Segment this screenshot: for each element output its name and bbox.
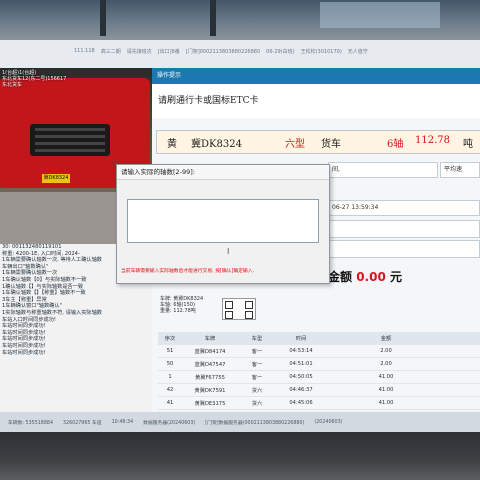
cell-amount: 41.00	[378, 387, 394, 393]
operation-header: 操作提示	[152, 68, 480, 84]
background-pole	[210, 0, 216, 36]
bottom-status-item: 10:48:34	[111, 419, 134, 425]
background-building	[0, 0, 480, 40]
log-line: 车站时间同步成功!	[2, 323, 46, 330]
amount-display: 金额 0.00 元	[328, 268, 402, 285]
amount-unit: 元	[390, 270, 403, 284]
cell-seq: 41	[166, 400, 174, 406]
plate-color: 黄	[167, 139, 177, 150]
amount-value: 0.00	[356, 270, 386, 284]
info-field	[328, 220, 480, 238]
monitor-bezel	[0, 432, 480, 480]
bottom-status-bar: 车辆数: 535518884 326027965 车道 10:48:34 数据服…	[0, 412, 480, 432]
bottom-status-item: 车辆数: 535518884	[8, 420, 53, 426]
status-gantry: [门架]0002113803880226880	[185, 48, 261, 55]
operation-message: 请刷通行卡或国标ETC卡	[152, 84, 480, 118]
status-date: 06-29(白班)	[266, 48, 295, 55]
entry-time-field: 06-27 13:59:34	[328, 200, 480, 216]
bottom-status-item: 326027965 车道	[63, 420, 102, 426]
plate-number: 冀DK8324	[191, 139, 242, 150]
cell-plate: 蓝冀D84174	[194, 348, 226, 355]
bottom-status-item: [门架]数据服务器(0002113803880226880)	[205, 420, 305, 426]
cell-time: 04:53:14	[289, 348, 313, 354]
background-pole	[100, 0, 106, 36]
column-header: 车型	[251, 335, 263, 342]
camera-overlay: 1(台超)1(台超) 东北货车12(东二号)156617 东北货车	[2, 70, 66, 88]
cell-amount: 2.00	[380, 348, 392, 354]
background-window	[320, 2, 440, 28]
cell-time: 04:45:06	[289, 400, 313, 406]
info-field	[328, 240, 480, 258]
avgspeed-field: 平均速	[440, 162, 480, 178]
vehicle-summary: 车牌: 黄冀DK8324 车轴: 6轴(150) 重量: 112.78吨	[160, 296, 256, 328]
table-row[interactable]: 1 黄冀F67755 客一 04:50:05 41.00	[158, 371, 480, 384]
truck-plate: 冀DK8324	[42, 174, 70, 183]
cell-plate: 黄冀F67755	[195, 374, 225, 381]
status-station: 高三二期	[100, 48, 121, 55]
cell-time: 04:46:37	[289, 387, 313, 393]
overlay-line: 东北货车	[2, 82, 23, 88]
cell-time: 04:50:05	[289, 374, 313, 380]
cell-seq: 50	[166, 361, 174, 367]
vehicle-info-row: 黄 冀DK8324 六型 货车 6轴 112.78 吨	[156, 130, 480, 154]
column-header: 序次	[164, 335, 176, 342]
weight-unit: 吨	[463, 139, 473, 150]
status-bar: 111.118 高三二期 请先接班次 [出口]8番 [门架]0002113803…	[0, 46, 480, 56]
status-ip: 111.118	[74, 48, 95, 54]
axle-count-input[interactable]	[127, 199, 319, 243]
column-header: 车牌	[204, 335, 216, 342]
table-row[interactable]: 51 蓝冀D84174 客一 04:53:14 2.00	[158, 345, 480, 358]
cell-seq: 42	[166, 387, 174, 393]
log-line: 1实际轴数与称重轴数不符, 请输入实际轴数	[2, 309, 102, 316]
vehicle-weight: 112.78	[415, 135, 450, 146]
status-lane: [出口]8番	[157, 48, 180, 55]
table-row[interactable]: 50 蓝冀D47547 客一 04:51:01 2.00	[158, 358, 480, 371]
cell-type: 客一	[251, 348, 263, 355]
transaction-table: 序次 车牌 车型 时间 金额 51 蓝冀D84174 客一 04:53:14 2…	[158, 332, 480, 410]
cell-type: 货六	[251, 387, 263, 394]
status-mode: 无人值守	[347, 48, 368, 55]
cell-plate: 黄冀DE3175	[194, 400, 226, 407]
cell-plate: 蓝冀D47547	[194, 361, 226, 368]
amount-label: 金额	[328, 270, 353, 284]
vehicle-class: 货车	[321, 139, 341, 150]
cell-type: 货六	[251, 400, 263, 407]
status-operator: 王松松(3010170)	[300, 48, 342, 55]
status-shift: 请先接班次	[126, 48, 152, 55]
cell-type: 客一	[251, 374, 263, 381]
cell-type: 客一	[251, 361, 263, 368]
text-cursor-icon: Ι	[227, 247, 230, 256]
cell-seq: 1	[168, 374, 172, 380]
log-line: 车站时间同步成功!	[2, 342, 46, 349]
vehicle-type: 六型	[285, 139, 305, 150]
entry-field: 间,	[328, 162, 438, 178]
bottom-status-item: (20240603)	[314, 419, 343, 425]
cell-time: 04:51:01	[289, 361, 313, 367]
dialog-title: 请输入实际的轴数[2-99]:	[117, 165, 329, 180]
cell-amount: 2.00	[380, 361, 392, 367]
toll-lane-screen: 111.118 高三二期 请先接班次 [出口]8番 [门架]0002113803…	[0, 40, 480, 432]
cell-seq: 51	[166, 348, 174, 354]
table-row[interactable]: 42 黄冀DK7591 货六 04:46:37 41.00	[158, 384, 480, 397]
log-line: 1车辆确认窗口"轴数确认"	[2, 303, 62, 310]
column-header: 金额	[380, 335, 392, 342]
truck-grille	[30, 124, 110, 156]
axle-count: 6轴	[387, 139, 404, 150]
axle-diagram-icon	[222, 298, 256, 320]
cell-amount: 41.00	[378, 400, 394, 406]
table-header: 序次 车牌 车型 时间 金额	[158, 332, 480, 345]
axle-input-dialog: 请输入实际的轴数[2-99]: Ι 当前车辆需要输入实际轴数后才能进行交易, 按…	[116, 164, 330, 284]
cell-amount: 41.00	[378, 374, 394, 380]
log-line: 车站时间同步成功!	[2, 336, 46, 343]
table-row[interactable]: 41 黄冀DE3175 货六 04:45:06 41.00	[158, 397, 480, 410]
bottom-status-item: 数据服务器(20240603)	[143, 420, 196, 426]
log-line: 1车确认轴数【】【称重】轴数不一致	[2, 290, 86, 297]
log-line: 车站时间同步成功!	[2, 349, 46, 356]
column-header: 时间	[295, 335, 307, 342]
dialog-hint: 当前车辆需要输入实际轴数后才能进行交易, 按[确认]确定输入.	[121, 269, 255, 274]
cell-plate: 黄冀DK7591	[194, 387, 226, 394]
